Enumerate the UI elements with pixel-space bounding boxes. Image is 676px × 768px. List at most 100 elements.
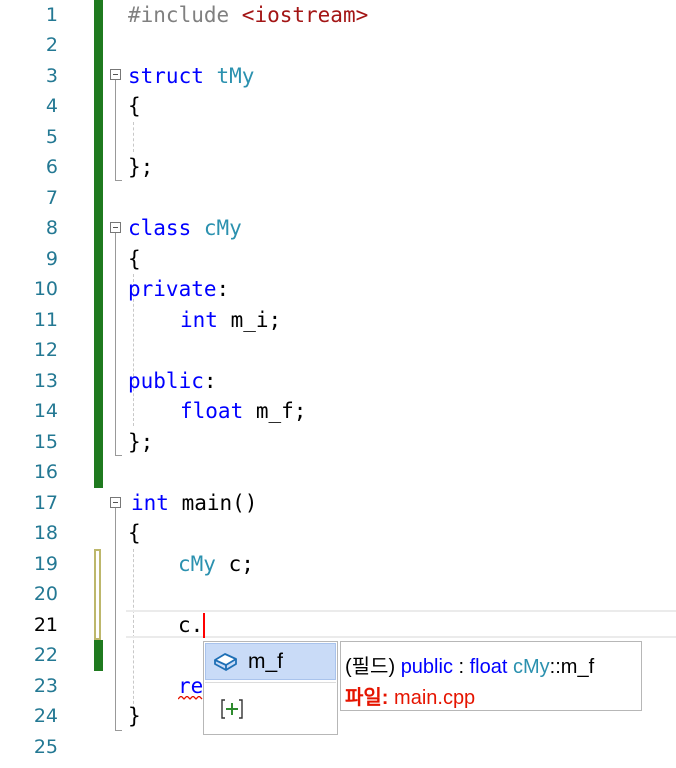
error-squiggle [178, 696, 203, 700]
type-name: tMy [216, 64, 255, 88]
line-number: 5 [45, 126, 58, 148]
keyword: class [128, 216, 192, 240]
colon: : [216, 277, 230, 301]
line-number: 17 [33, 492, 58, 514]
code-line-3[interactable]: struct tMy [128, 61, 254, 91]
preprocessor-directive: #include [128, 3, 242, 27]
code-line-18[interactable]: { [128, 518, 141, 548]
keyword: float [180, 399, 244, 423]
tooltip-kind: (필드) [345, 656, 396, 678]
line-number: 15 [33, 431, 58, 453]
text-caret [203, 613, 205, 638]
line-number: 24 [33, 705, 58, 727]
tooltip-file-label: 파일: [345, 687, 389, 709]
outline-end [115, 180, 122, 181]
line-number: 11 [33, 309, 58, 331]
code-line-19[interactable]: cMy c; [178, 549, 254, 579]
quick-info-tooltip: (필드) public : float cMy::m_f 파일: main.cp… [340, 641, 642, 711]
code-line-1[interactable]: #include <iostream> [128, 0, 368, 30]
code-line-4[interactable]: { [128, 91, 141, 121]
tooltip-type: float [469, 656, 508, 678]
colon: : [203, 369, 217, 393]
code-line-13[interactable]: public: [128, 366, 217, 396]
outline-line [115, 233, 116, 455]
collapse-icon[interactable] [110, 69, 121, 80]
member-decl: m_f; [243, 399, 307, 423]
tooltip-file-name: main.cpp [394, 687, 476, 709]
tooltip-signature: (필드) public : float cMy::m_f [345, 650, 594, 679]
line-number-current: 21 [33, 614, 58, 636]
tooltip-member: ::m_f [549, 656, 595, 678]
tooltip-access: public [400, 656, 453, 678]
line-number: 23 [33, 675, 58, 697]
line-number: 4 [45, 95, 58, 117]
code-line-14[interactable]: float m_f; [180, 396, 306, 426]
keyword: private [128, 277, 217, 301]
code-line-9[interactable]: { [128, 244, 141, 274]
line-number: 3 [45, 65, 58, 87]
saved-change-bar [94, 640, 103, 671]
collapse-icon[interactable] [110, 497, 121, 508]
line-number: 12 [33, 339, 58, 361]
line-number: 1 [45, 4, 58, 26]
outline-line [115, 508, 116, 730]
include-header: <iostream> [241, 3, 369, 27]
brace: { [128, 521, 141, 545]
keyword: int [131, 491, 169, 515]
code-line-10[interactable]: private: [128, 274, 229, 304]
variable-decl: c; [215, 552, 254, 576]
line-number: 13 [33, 370, 58, 392]
line-number: 16 [33, 461, 58, 483]
divider [205, 682, 336, 683]
line-number: 22 [33, 644, 58, 666]
outline-end [115, 455, 122, 456]
outline-line [115, 80, 116, 180]
line-number: 2 [45, 34, 58, 56]
current-line-highlight [126, 610, 676, 638]
brace: } [128, 704, 141, 728]
unsaved-change-bar [94, 549, 101, 640]
field-icon [214, 653, 237, 671]
code-line-15[interactable]: }; [128, 427, 153, 457]
brace: }; [128, 430, 154, 454]
outline-end [115, 730, 122, 731]
type-name: cMy [203, 216, 242, 240]
code-line-8[interactable]: class cMy [128, 213, 242, 243]
code-line-6[interactable]: }; [128, 152, 153, 182]
line-number: 7 [45, 187, 58, 209]
expand-icon[interactable] [220, 698, 244, 720]
brace: { [128, 94, 141, 118]
code-line-24[interactable]: } [128, 701, 141, 731]
line-number: 25 [33, 736, 58, 758]
member-decl: m_i; [217, 308, 282, 332]
tooltip-colon: : [452, 656, 470, 678]
line-number: 14 [33, 400, 58, 422]
completion-item-label: m_f [248, 650, 284, 673]
code-line-17[interactable]: int main() [131, 488, 257, 518]
line-number: 20 [33, 583, 58, 605]
type-name: cMy [178, 552, 216, 576]
keyword: struct [128, 64, 204, 88]
code-line-11[interactable]: int m_i; [180, 305, 281, 335]
line-number: 10 [33, 278, 58, 300]
tooltip-class: cMy [513, 656, 550, 678]
indent-guide [133, 122, 134, 152]
saved-change-bar [94, 0, 103, 488]
keyword: int [180, 308, 218, 332]
function-decl: main() [168, 491, 258, 515]
line-number: 8 [45, 217, 58, 239]
completion-list[interactable]: m_f [203, 641, 338, 735]
keyword: public [128, 369, 204, 393]
keyword-partial: re [178, 674, 204, 698]
line-number: 6 [45, 156, 58, 178]
line-number: 18 [33, 522, 58, 544]
line-number: 9 [45, 248, 58, 270]
line-number: 19 [33, 553, 58, 575]
brace: { [128, 247, 141, 271]
code-line-21[interactable]: c. [178, 610, 203, 640]
tooltip-file: 파일: main.cpp [345, 681, 475, 710]
brace: }; [128, 155, 154, 179]
completion-item-selected[interactable]: m_f [205, 643, 336, 680]
collapse-icon[interactable] [110, 222, 121, 233]
member-access: c. [178, 613, 204, 637]
